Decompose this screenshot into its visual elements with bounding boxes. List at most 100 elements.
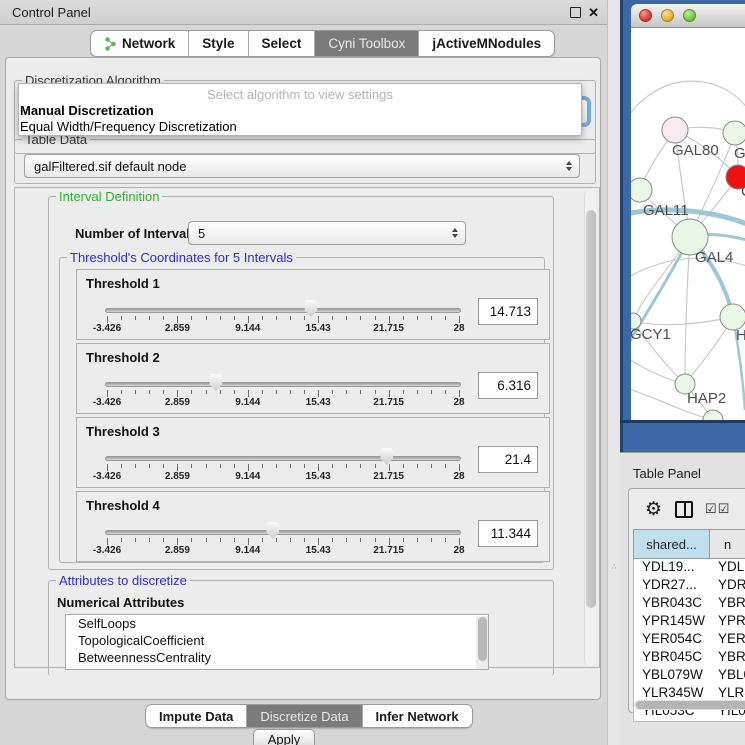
- control-panel-titlebar: Control Panel ✕: [0, 0, 607, 25]
- divider-grip-icon[interactable]: ∴: [612, 566, 616, 574]
- threshold-label: Threshold 1: [86, 276, 160, 291]
- popup-option-manual[interactable]: Manual Discretization: [19, 102, 581, 118]
- table-row[interactable]: YDL19...YDL1: [634, 559, 745, 577]
- network-node-label: GAL11: [643, 202, 689, 219]
- checkbox-icons[interactable]: ☑☑: [705, 501, 730, 517]
- network-node[interactable]: [723, 121, 745, 145]
- slider-thumb[interactable]: [303, 300, 318, 317]
- number-of-intervals-combobox[interactable]: 5: [188, 221, 466, 245]
- network-node-label: HAP2: [687, 390, 726, 407]
- threshold-value-field[interactable]: 14.713: [478, 298, 538, 325]
- close-traffic-light-icon[interactable]: [639, 9, 652, 22]
- group-label: Attributes to discretize: [56, 573, 190, 588]
- table-row[interactable]: YDR27...YDR2: [634, 577, 745, 595]
- table-row[interactable]: YPR145WYPR1: [634, 613, 745, 631]
- numerical-attributes-list: SelfLoopsTopologicalCoefficientBetweenne…: [65, 614, 489, 670]
- network-node-label: G: [734, 145, 745, 162]
- tab-impute-data[interactable]: Impute Data: [146, 705, 247, 727]
- threshold-label: Threshold 3: [86, 424, 160, 439]
- tab-select[interactable]: Select: [249, 31, 316, 56]
- group-label: Threshold's Coordinates for 5 Intervals: [67, 250, 296, 265]
- network-node-label: C: [741, 183, 745, 200]
- tick-label: 9.144: [235, 471, 260, 482]
- slider-track[interactable]: [105, 530, 461, 535]
- list-scrollbar[interactable]: [476, 616, 488, 670]
- tab-network[interactable]: Network: [91, 31, 189, 56]
- table-data-combobox[interactable]: galFiltered.sif default node: [24, 154, 580, 178]
- table-row[interactable]: YBR043CYBR0: [634, 595, 745, 613]
- network-window: GAL80GCGAL11GAL4HGCY1HAP2: [620, 0, 745, 452]
- table-hscrollbar[interactable]: [634, 700, 745, 710]
- table-cell: YBR0: [710, 595, 745, 613]
- tab-label: jActiveMNodules: [432, 36, 541, 51]
- threshold-value-field[interactable]: 21.4: [478, 446, 538, 473]
- tab-jactivemnodules[interactable]: jActiveMNodules: [419, 31, 554, 56]
- float-window-icon[interactable]: [570, 7, 581, 18]
- tab-infer-network[interactable]: Infer Network: [363, 705, 472, 727]
- numerical-attributes-label: Numerical Attributes: [57, 595, 184, 610]
- tick-label: 2.859: [165, 323, 190, 334]
- zoom-traffic-light-icon[interactable]: [683, 9, 696, 22]
- threshold-value-field[interactable]: 6.316: [478, 372, 538, 399]
- slider-track[interactable]: [105, 382, 461, 387]
- tab-style[interactable]: Style: [189, 31, 248, 56]
- network-canvas[interactable]: GAL80GCGAL11GAL4HGCY1HAP2: [631, 28, 745, 420]
- minimize-traffic-light-icon[interactable]: [661, 9, 674, 22]
- slider-thumb[interactable]: [379, 448, 394, 465]
- panel-scrollbar[interactable]: [584, 190, 596, 666]
- column-header-name[interactable]: n: [710, 530, 745, 558]
- popup-option-equal-width[interactable]: Equal Width/Frequency Discretization: [19, 118, 581, 134]
- network-node[interactable]: [631, 178, 652, 202]
- columns-icon[interactable]: [675, 501, 693, 518]
- table-header: shared... n: [633, 529, 745, 559]
- tab-cyni-toolbox[interactable]: Cyni Toolbox: [315, 31, 419, 56]
- column-header-shared[interactable]: shared...: [634, 530, 710, 558]
- split-divider[interactable]: ∴: [607, 0, 620, 745]
- table-cell: YBR0: [710, 649, 745, 667]
- tick-label: 28: [453, 397, 464, 408]
- table-panel-region: Table Panel ⚙ ☑☑ shared... n YDL19...YDL…: [620, 452, 745, 745]
- threshold-value-field[interactable]: 11.344: [478, 520, 538, 547]
- apply-button[interactable]: Apply: [253, 729, 315, 745]
- gear-icon[interactable]: ⚙: [645, 498, 662, 521]
- table-row[interactable]: YBL079WYBL0: [634, 667, 745, 685]
- network-node[interactable]: [703, 410, 723, 420]
- table-row[interactable]: YER054CYER0: [634, 631, 745, 649]
- cyni-toolbox-panel: Discretization Algorithm Table Data galF…: [5, 57, 601, 700]
- close-icon[interactable]: ✕: [588, 7, 599, 18]
- tick-label: 21.715: [373, 471, 404, 482]
- table-cell: YBR045C: [634, 649, 710, 667]
- window-title: Control Panel: [0, 5, 91, 20]
- table-cell: YER054C: [634, 631, 710, 649]
- window-edge: [620, 0, 623, 452]
- table-panel-title: Table Panel: [633, 466, 701, 481]
- tab-label: Network: [122, 36, 175, 51]
- network-node-label: H: [736, 327, 745, 344]
- attribute-list-item[interactable]: BetweennessCentrality: [66, 649, 488, 666]
- tab-label: Style: [202, 36, 234, 51]
- slider-track[interactable]: [105, 456, 461, 461]
- table-row[interactable]: YBR045CYBR0: [634, 649, 745, 667]
- threshold-4-box: Threshold 4 -3.4262.8599.14415.4321.7152…: [76, 491, 550, 562]
- tick-label: 2.859: [165, 545, 190, 556]
- table-body: YDL19...YDL1YDR27...YDR2YBR043CYBR0YPR14…: [633, 559, 745, 722]
- group-label: Interval Definition: [56, 189, 162, 204]
- table-cell: YDR2: [710, 577, 745, 595]
- tick-label: 21.715: [373, 323, 404, 334]
- network-node-label: GCY1: [631, 326, 671, 343]
- slider-thumb[interactable]: [208, 374, 223, 391]
- network-icon: [104, 37, 117, 51]
- network-window-titlebar[interactable]: [631, 4, 745, 28]
- tick-label: -3.426: [93, 545, 121, 556]
- attribute-list-item[interactable]: SelfLoops: [66, 615, 488, 632]
- network-node[interactable]: [662, 117, 688, 143]
- attribute-list-item[interactable]: TopologicalCoefficient: [66, 632, 488, 649]
- slider-track[interactable]: [105, 308, 461, 313]
- node-table: shared... n YDL19...YDL1YDR27...YDR2YBR0…: [633, 529, 745, 722]
- slider-thumb[interactable]: [265, 522, 280, 539]
- table-data-value: galFiltered.sif default node: [34, 159, 186, 174]
- tick-label: -3.426: [93, 471, 121, 482]
- stepper-arrows-icon: [452, 222, 458, 244]
- tab-discretize-data[interactable]: Discretize Data: [247, 705, 362, 727]
- tick-label: 2.859: [165, 471, 190, 482]
